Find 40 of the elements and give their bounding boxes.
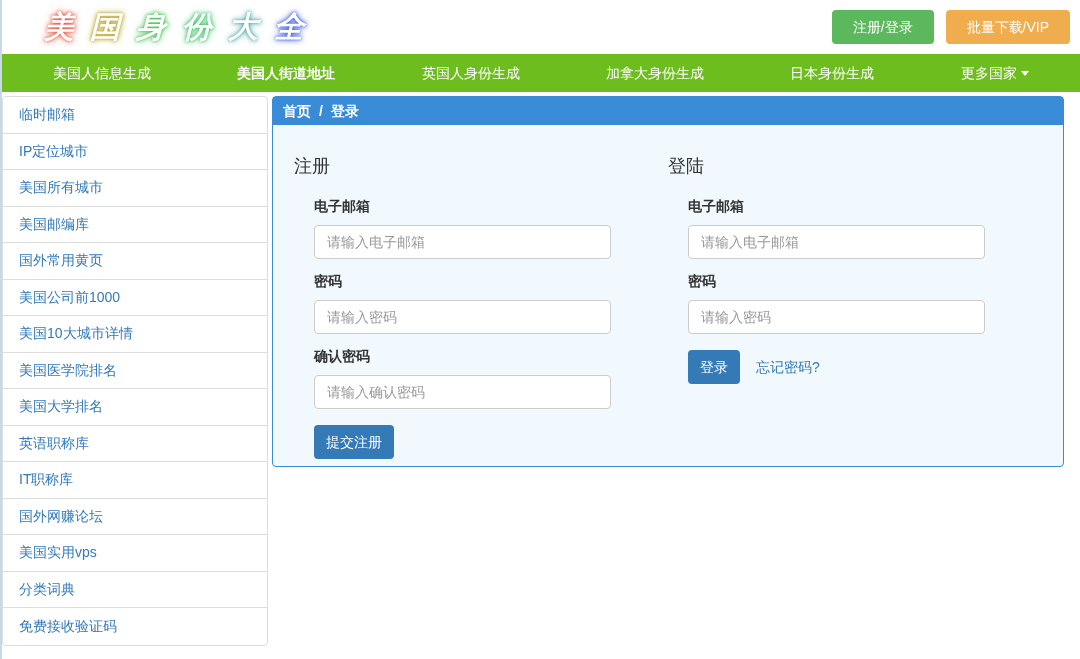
input-field[interactable]: 请输入确认密码 [314,375,611,409]
submit-button[interactable]: 登录 [688,350,740,384]
sidebar-item[interactable]: 美国所有城市 [3,170,267,207]
sidebar-item[interactable]: 美国大学排名 [3,389,267,426]
field-label: 电子邮箱 [314,197,371,216]
sidebar-item[interactable]: 临时邮箱 [3,97,267,134]
input-field[interactable]: 请输入电子邮箱 [688,225,985,259]
sidebar-item[interactable]: 美国公司前1000 [3,279,267,316]
input-field[interactable]: 请输入密码 [688,300,985,334]
field-label: 密码 [314,272,343,291]
field-label: 确认密码 [314,347,371,366]
input-field[interactable]: 请输入密码 [314,300,611,334]
field-label: 密码 [688,272,717,291]
sidebar-item[interactable]: 国外网赚论坛 [3,498,267,535]
sidebar-item[interactable]: 英语职称库 [3,425,267,462]
breadcrumb-link[interactable]: 登录 [330,100,359,122]
sidebar-item[interactable]: IP定位城市 [3,133,267,170]
submit-button[interactable]: 提交注册 [314,425,394,459]
sidebar-item[interactable]: 美国10大城市详情 [3,316,267,353]
input-field[interactable]: 请输入电子邮箱 [314,225,611,259]
logo-character: 全 [268,6,310,48]
logo-character: 身 [130,6,172,48]
sidebar-item[interactable]: 美国医学院排名 [3,352,267,389]
breadcrumb-separator: / [319,101,323,121]
forgot-password-link[interactable]: 忘记密码? [756,356,820,378]
logo-character: 份 [176,6,218,48]
form-title: 注册 [294,155,331,178]
field-label: 电子邮箱 [688,197,745,216]
logo-character: 大 [222,6,264,48]
sidebar-item[interactable]: 美国邮编库 [3,206,267,243]
logo-character: 国 [84,6,126,48]
sidebar-item[interactable]: 美国实用vps [3,535,267,572]
sidebar-item[interactable]: 分类词典 [3,571,267,608]
sidebar-item[interactable]: 免费接收验证码 [3,608,267,645]
sidebar-item[interactable]: IT职称库 [3,462,267,499]
sidebar-item[interactable]: 国外常用黄页 [3,243,267,280]
form-title: 登陆 [668,155,705,178]
header-button[interactable]: 注册/登录 [831,10,934,44]
logo-character: 美 [38,6,80,48]
breadcrumb-link[interactable]: 首页 [283,100,311,122]
